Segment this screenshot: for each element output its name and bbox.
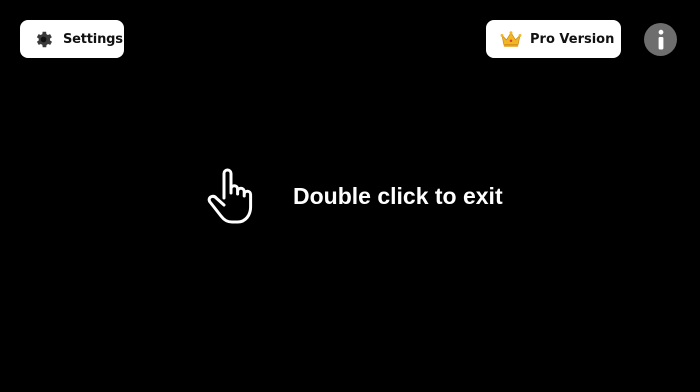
exit-hint: Double click to exit [205,165,503,227]
crown-icon [500,30,522,48]
gear-icon [33,29,54,50]
settings-button[interactable]: Settings [20,20,124,58]
pointing-hand-icon [205,166,255,226]
exit-hint-text: Double click to exit [293,182,503,209]
settings-label: Settings [63,31,123,47]
info-icon [655,29,667,51]
pro-version-button[interactable]: Pro Version [486,20,621,58]
info-button[interactable] [644,23,677,56]
pro-version-label: Pro Version [530,31,615,47]
